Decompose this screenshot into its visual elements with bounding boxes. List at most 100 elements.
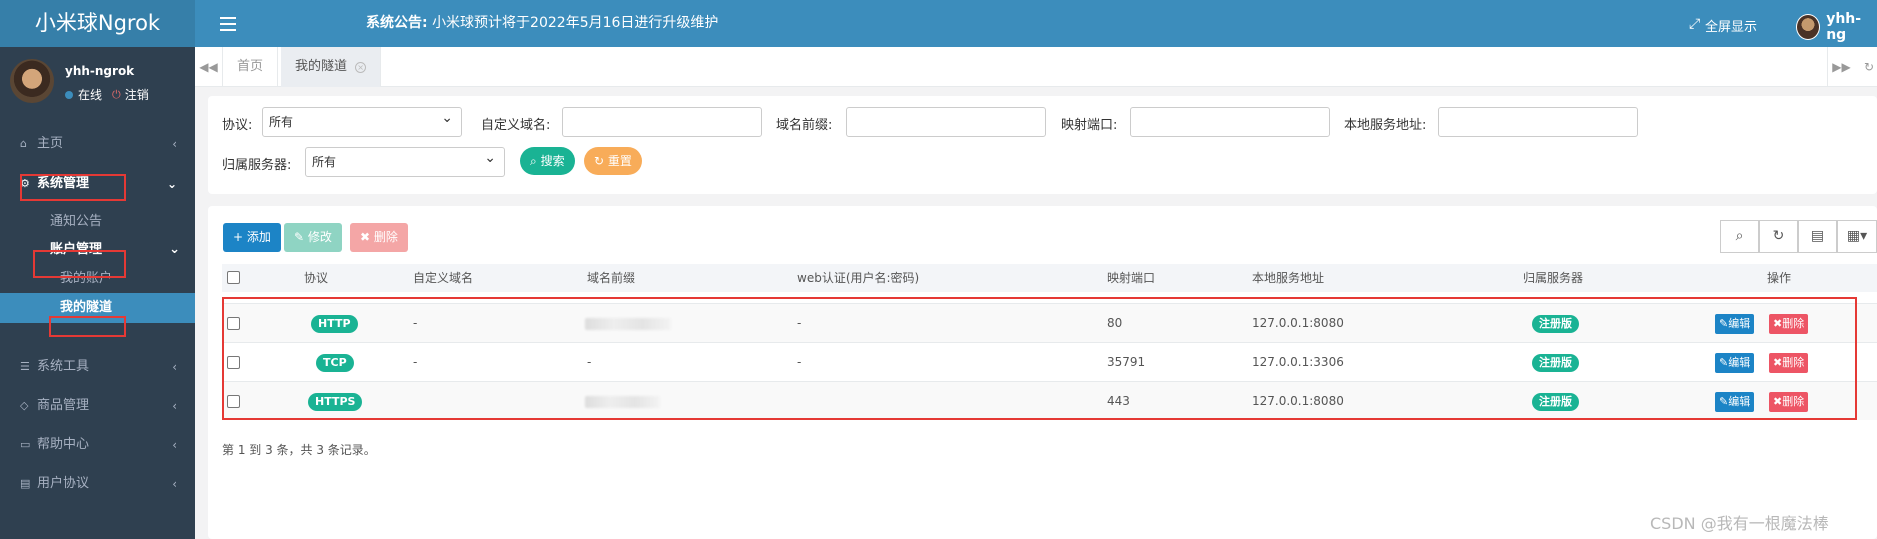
custom-domain-label: 自定义域名: [481, 118, 551, 133]
search-form: 协议: 所有 自定义域名: 域名前缀: 映射端口: 本地服务地址: 归属服务器:… [208, 96, 1877, 194]
row-edit-button[interactable]: ✎编辑 [1715, 353, 1755, 373]
reset-button[interactable]: ↻ 重置 [584, 147, 642, 175]
prefix-label: 域名前缀: [776, 118, 833, 133]
row-edit-button[interactable]: ✎编辑 [1715, 392, 1755, 412]
column-header[interactable]: 自定义域名 [413, 264, 473, 292]
menu-toggle-icon[interactable] [220, 13, 236, 33]
sidebar-item-agreement[interactable]: ▤ 用户协议 ‹ [0, 464, 195, 504]
prefix-input[interactable] [846, 107, 1046, 137]
row-edit-label: 编辑 [1728, 356, 1751, 369]
notice-text: 小米球预计将于2022年5月16日进行升级维护 [432, 15, 719, 31]
reset-button-label: 重置 [607, 154, 632, 168]
port-cell: 80 [1107, 316, 1123, 330]
edit-button[interactable]: ✎ 修改 [284, 223, 342, 252]
chevron-down-icon: ⌄ [166, 177, 177, 191]
refresh-icon: ↻ [1772, 228, 1785, 244]
tab-scroll-right-icon[interactable]: ▶▶ [1827, 47, 1855, 87]
table-row[interactable]: HTTP - - 80 127.0.0.1:8080 注册版 ✎编辑 ✖删除 [222, 303, 1877, 342]
column-header[interactable]: 映射端口 [1107, 264, 1155, 292]
search-toggle-button[interactable]: ⌕ [1720, 220, 1759, 253]
tab-home[interactable]: 首页 [223, 47, 279, 87]
delete-button[interactable]: ✖ 删除 [350, 223, 408, 252]
row-delete-button[interactable]: ✖删除 [1769, 392, 1809, 412]
redacted-prefix [585, 318, 671, 330]
table-header: 协议 自定义域名 域名前缀 web认证(用户名:密码) 映射端口 本地服务地址 … [222, 264, 1877, 292]
tab-label: 首页 [237, 59, 264, 74]
edit-icon: ✎ [294, 230, 305, 244]
refresh-icon[interactable]: ↻ [1855, 47, 1877, 87]
online-label: 在线 [78, 88, 103, 102]
chevron-left-icon: ‹ [172, 360, 177, 374]
sidebar-item-home[interactable]: ⌂ 主页 ‹ [0, 124, 195, 164]
add-button[interactable]: + 添加 [223, 223, 281, 252]
home-icon: ⌂ [20, 137, 27, 150]
sidebar-item-products[interactable]: ◇ 商品管理 ‹ [0, 386, 195, 426]
port-label: 映射端口: [1061, 118, 1118, 133]
sidebar-item-label: 通知公告 [50, 214, 103, 229]
row-edit-button[interactable]: ✎编辑 [1715, 314, 1755, 334]
expand-icon [1689, 16, 1701, 32]
protocol-select[interactable]: 所有 [262, 104, 462, 137]
chevron-left-icon: ‹ [172, 399, 177, 413]
server-select[interactable]: 所有 [305, 144, 505, 177]
sidebar-item-tools[interactable]: ☰ 系统工具 ‹ [0, 347, 195, 387]
fullscreen-button[interactable]: 全屏显示 [1689, 16, 1757, 35]
columns-button[interactable]: ▦▾ [1837, 220, 1877, 253]
notice-label: 系统公告: [366, 15, 428, 31]
sidebar-item-my-account[interactable]: 我的账户 [0, 264, 195, 294]
select-all-checkbox[interactable] [227, 271, 240, 284]
protocol-label: 协议: [222, 118, 253, 133]
sidebar-item-help[interactable]: ▭ 帮助中心 ‹ [0, 425, 195, 465]
row-delete-button[interactable]: ✖删除 [1769, 314, 1809, 334]
user-status: 在线 ⏻ 注销 [65, 86, 149, 103]
row-checkbox[interactable] [227, 395, 240, 408]
card-icon: ▤ [20, 477, 31, 490]
column-header[interactable]: 协议 [304, 264, 328, 292]
sidebar-item-accounts[interactable]: 账户管理 ⌄ [0, 235, 195, 265]
server-badge: 注册版 [1532, 315, 1579, 333]
table-row[interactable]: HTTPS 443 127.0.0.1:8080 注册版 ✎编辑 ✖删除 [222, 381, 1877, 420]
sidebar-username: yhh-ngrok [65, 64, 135, 78]
row-checkbox[interactable] [227, 317, 240, 330]
top-navbar: 小米球Ngrok 系统公告: 小米球预计将于2022年5月16日进行升级维护 全… [0, 0, 1877, 47]
local-address-cell: 127.0.0.1:3306 [1252, 355, 1344, 369]
tab-label: 我的隧道 [295, 59, 348, 74]
server-value: 所有 [312, 155, 337, 169]
toggle-view-button[interactable]: ▤ [1798, 220, 1837, 253]
server-label: 归属服务器: [222, 158, 292, 173]
column-header[interactable]: 操作 [1767, 264, 1791, 292]
sidebar-item-notices[interactable]: 通知公告 [0, 207, 195, 237]
port-input[interactable] [1130, 107, 1330, 137]
close-icon[interactable]: × [355, 62, 367, 73]
grid-icon: ▦▾ [1846, 228, 1868, 244]
brand-logo[interactable]: 小米球Ngrok [0, 0, 195, 47]
row-checkbox[interactable] [227, 356, 240, 369]
column-header[interactable]: 域名前缀 [587, 264, 635, 292]
chevron-down-icon: ⌄ [169, 242, 180, 257]
row-delete-button[interactable]: ✖删除 [1769, 353, 1809, 373]
column-header[interactable]: 本地服务地址 [1252, 264, 1324, 292]
sidebar-item-system[interactable]: ⚙ 系统管理 ⌄ [0, 164, 195, 204]
monitor-icon: ▭ [20, 438, 31, 451]
refresh-button[interactable]: ↻ [1759, 220, 1798, 253]
table-row[interactable]: TCP - - - 35791 127.0.0.1:3306 注册版 ✎编辑 ✖… [222, 342, 1877, 381]
tab-my-tunnels[interactable]: 我的隧道 × [281, 47, 382, 87]
sidebar-item-label: 用户协议 [37, 476, 90, 491]
pagination-info: 第 1 到 3 条，共 3 条记录。 [222, 443, 376, 457]
column-header[interactable]: web认证(用户名:密码) [797, 264, 919, 292]
local-address-input[interactable] [1438, 107, 1638, 137]
custom-domain-input[interactable] [562, 107, 762, 137]
user-panel: yhh-ngrok 在线 ⏻ 注销 [0, 47, 195, 119]
user-menu[interactable]: yhh-ng [1796, 11, 1877, 43]
search-button[interactable]: ⌕ 搜索 [520, 147, 575, 175]
sidebar-item-label: 商品管理 [37, 398, 90, 413]
row-delete-label: 删除 [1782, 317, 1805, 330]
logout-link[interactable]: 注销 [125, 86, 149, 103]
port-cell: 443 [1107, 394, 1130, 408]
tab-scroll-left-icon[interactable]: ◀◀ [195, 47, 223, 87]
sidebar-item-my-tunnels[interactable]: 我的隧道 [0, 293, 195, 323]
column-header[interactable]: 归属服务器 [1523, 264, 1583, 292]
sidebar-item-label: 我的账户 [60, 271, 113, 286]
list-icon: ▤ [1810, 228, 1825, 244]
sidebar-item-label: 系统管理 [37, 176, 90, 191]
